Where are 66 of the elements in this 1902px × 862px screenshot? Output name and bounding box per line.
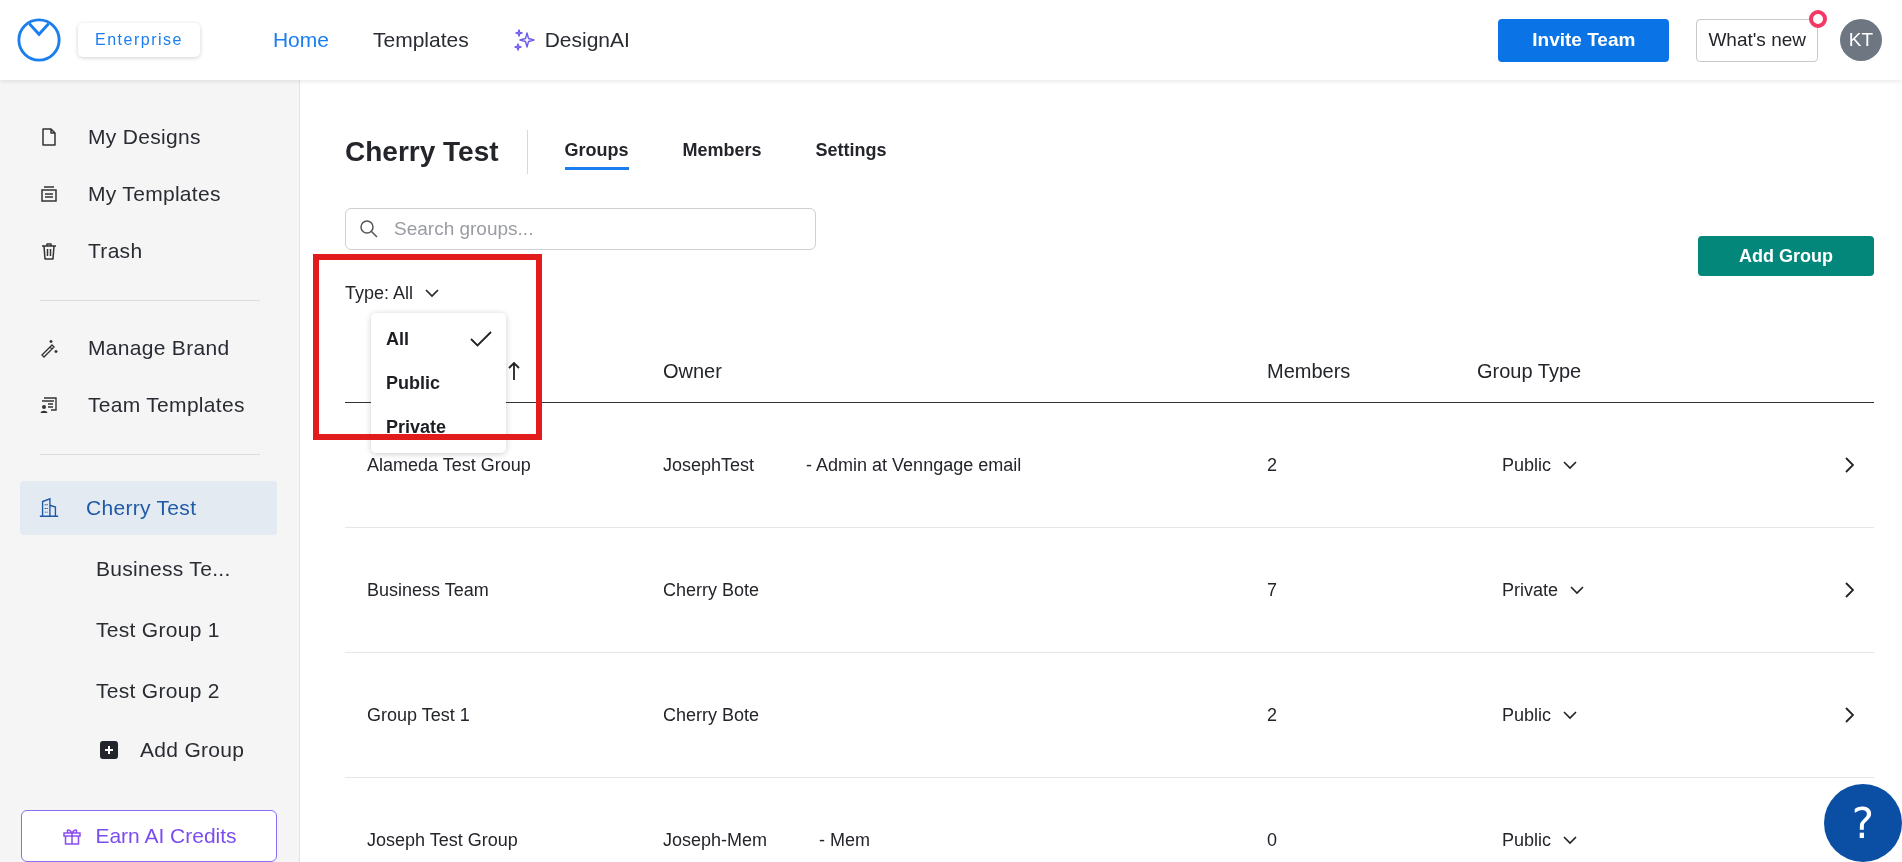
type-filter-dropdown[interactable]: Type: All [345, 278, 440, 308]
invite-team-button[interactable]: Invite Team [1498, 18, 1670, 62]
group-type-dropdown[interactable]: Public [1502, 829, 1578, 851]
tab[interactable]: Settings [815, 134, 887, 170]
member-count: 0 [1267, 829, 1277, 850]
earn-credits-button[interactable]: Earn AI Credits [21, 810, 277, 862]
team-template-icon [38, 395, 60, 416]
sidebar-item[interactable]: My Designs [0, 109, 299, 166]
group-name[interactable]: Business Team [367, 579, 489, 601]
group-item[interactable]: Business Te... [0, 538, 299, 600]
chevron-down-icon [1563, 460, 1578, 470]
menu-item[interactable]: All [371, 317, 506, 361]
owner-name: Cherry Bote [663, 704, 760, 726]
nav-link[interactable]: Home [272, 28, 329, 52]
tab[interactable]: Groups [564, 134, 629, 170]
member-count: 7 [1267, 579, 1277, 600]
whats-new-button[interactable]: What's new [1696, 18, 1818, 62]
owner-name: Cherry Bote [663, 579, 760, 601]
owner-name: - Admin at Venngage email [806, 454, 1022, 476]
help-button[interactable]: ? [1824, 784, 1902, 862]
tab[interactable]: Members [682, 134, 762, 170]
group-type-dropdown[interactable]: Public [1502, 454, 1578, 476]
column-header[interactable]: Group Type [1477, 359, 1777, 383]
sparkle-icon [512, 28, 537, 52]
page-title: Cherry Test [345, 136, 499, 168]
sidebar-item[interactable]: My Templates [0, 165, 299, 223]
sidebar-item[interactable]: Trash [0, 222, 299, 280]
chevron-down-icon [1563, 835, 1578, 845]
chevron-down-icon [1570, 585, 1585, 595]
sidebar-item[interactable]: Team Templates [0, 376, 299, 434]
member-count: 2 [1267, 704, 1277, 725]
column-header[interactable]: Members [1267, 359, 1477, 383]
chevron-right-icon[interactable] [1844, 457, 1854, 473]
template-icon [38, 184, 60, 205]
edition-badge: Enterprise [78, 23, 200, 57]
sidebar-item[interactable]: Manage Brand [0, 319, 299, 377]
group-item[interactable]: Test Group 1 [0, 599, 299, 661]
group-name[interactable]: Alameda Test Group [367, 454, 531, 476]
user-avatar[interactable]: KT [1840, 19, 1882, 61]
logo-icon[interactable] [16, 17, 62, 63]
chevron-down-icon [425, 288, 440, 298]
menu-item[interactable]: Public [371, 361, 506, 405]
sort-arrow-icon[interactable] [508, 361, 520, 381]
add-group-button[interactable]: Add Group [1698, 236, 1874, 276]
chevron-right-icon[interactable] [1844, 707, 1854, 723]
search-icon [359, 219, 379, 239]
owner-name: JosephTest [663, 454, 755, 476]
search-field[interactable]: Search groups... [345, 208, 816, 250]
owner-name: Joseph-Mem [663, 829, 768, 851]
menu-item[interactable]: Private [371, 405, 506, 449]
add-group-link[interactable]: Add Group [0, 721, 299, 780]
group-name[interactable]: Group Test 1 [367, 704, 470, 726]
chevron-down-icon [1563, 710, 1578, 720]
group-type-dropdown[interactable]: Private [1502, 579, 1585, 601]
column-header[interactable]: Owner [663, 359, 1267, 383]
group-name[interactable]: Joseph Test Group [367, 829, 518, 851]
building-icon [38, 496, 60, 520]
group-type-dropdown[interactable]: Public [1502, 704, 1578, 726]
plus-square-icon [100, 741, 118, 760]
nav-link[interactable]: DesignAI [512, 28, 630, 52]
group-item[interactable]: Test Group 2 [0, 660, 299, 722]
team-item[interactable]: Cherry Test [20, 480, 277, 536]
nav-link[interactable]: Templates [372, 28, 469, 52]
owner-name: - Mem [819, 829, 871, 851]
member-count: 2 [1267, 454, 1277, 475]
chevron-right-icon[interactable] [1844, 582, 1854, 598]
